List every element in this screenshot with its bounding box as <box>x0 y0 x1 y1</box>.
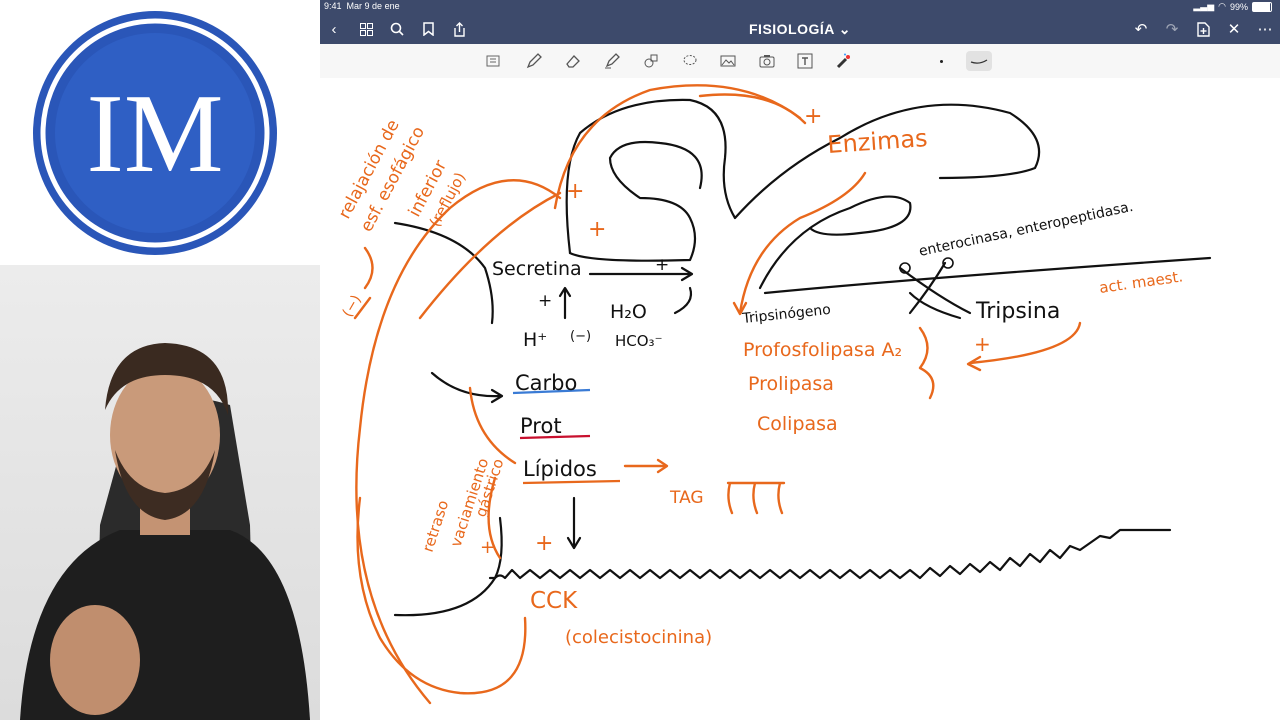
colipasa-label: Colipasa <box>757 413 838 435</box>
pancreas-outline <box>758 195 912 290</box>
cck-label: CCK <box>530 588 578 614</box>
colecistocinina-label: (colecistocinina) <box>565 627 712 648</box>
pen-stroke-style-icon[interactable] <box>966 51 992 71</box>
battery-icon <box>1252 1 1272 12</box>
plus-top-label: + <box>804 104 822 129</box>
act-maest-label: act. maest. <box>1098 267 1184 297</box>
plus-secretin-2: + <box>588 217 606 242</box>
prot-label: Prot <box>520 414 562 438</box>
top-arrow-to-enzimas <box>698 93 807 125</box>
battery-percent: 99% <box>1229 1 1248 12</box>
wifi-icon: ◠ <box>1218 1 1226 11</box>
close-icon[interactable]: ✕ <box>1224 19 1244 39</box>
status-indicators: ▂▃▅ ◠ 99% <box>1193 1 1272 12</box>
cck-arrow-up <box>468 386 517 465</box>
add-page-icon[interactable] <box>1193 19 1213 39</box>
enzimas-label: Enzimas <box>826 124 928 159</box>
undo-icon[interactable]: ↶ <box>1131 19 1151 39</box>
enteroquinasa-label: enterocinasa, enteropeptidasa. <box>918 199 1135 260</box>
presenter-video <box>0 265 320 720</box>
carbo-arrow <box>430 371 502 398</box>
brace-right <box>918 326 935 400</box>
tripsina-label: Tripsina <box>975 299 1060 324</box>
im-logo: IM <box>33 11 277 255</box>
stomach-outline <box>393 221 494 325</box>
hco3-label: HCO₃⁻ <box>615 332 663 350</box>
plus-retraso: + <box>480 537 495 558</box>
intestine-wall <box>488 528 1172 580</box>
plus-secretin-1: + <box>566 179 584 204</box>
tag-chains <box>726 481 786 515</box>
retraso-line-1: retraso <box>419 498 453 554</box>
lasso-tool-icon[interactable] <box>680 51 700 71</box>
h2o-label: H₂O <box>610 301 647 323</box>
stomach-lower <box>393 516 503 617</box>
shapes-tool-icon[interactable] <box>641 51 661 71</box>
minus-label: (−) <box>570 329 591 344</box>
profosfolipasa-label: Profosfolipasa A₂ <box>743 339 902 361</box>
image-tool-icon[interactable] <box>718 51 738 71</box>
arrow-minus-label: (−) <box>340 292 365 320</box>
tool-bar <box>320 44 1280 79</box>
eraser-tool-icon[interactable] <box>563 51 583 71</box>
plus-black-secretin: + <box>655 255 669 275</box>
presenter-silhouette <box>20 343 310 720</box>
pen-size-dot-icon[interactable] <box>931 51 951 71</box>
read-mode-icon[interactable] <box>483 51 503 71</box>
plus-black-h: + <box>538 291 552 311</box>
redo-icon[interactable]: ↷ <box>1162 19 1182 39</box>
webcam-panel: IM <box>0 0 320 720</box>
navigation-bar: ‹ FISIOLOGÍA ⌄ ↶ ↷ ✕ ⋯ <box>320 14 1280 44</box>
status-time: 9:41 Mar 9 de ene <box>324 1 400 11</box>
duodenum-outer <box>565 98 1041 255</box>
prolipasa-label: Prolipasa <box>748 373 834 395</box>
logo-area: IM <box>0 0 320 265</box>
text-tool-icon[interactable] <box>795 51 815 71</box>
laser-pointer-icon[interactable] <box>834 51 854 71</box>
logo-initials: IM <box>87 72 224 196</box>
tag-label: TAG <box>669 488 704 508</box>
notes-app: 9:41 Mar 9 de ene ▂▃▅ ◠ 99% ‹ FISIOLOGÍA… <box>320 0 1280 720</box>
lipidos-label: Lípidos <box>523 457 597 481</box>
handwritten-diagram: Secretina H₂O H⁺ (−) HCO₃⁻ Carbo Prot Lí… <box>335 84 1212 705</box>
secretina-label: Secretina <box>492 258 582 280</box>
lipidos-underline <box>522 479 621 485</box>
carbo-label: Carbo <box>515 371 577 395</box>
enteroquinasa-cross <box>908 261 962 320</box>
pen-tool-icon[interactable] <box>524 51 544 71</box>
highlighter-tool-icon[interactable] <box>602 51 622 71</box>
more-options-icon[interactable]: ⋯ <box>1255 19 1275 39</box>
plus-cck-label: + <box>535 531 553 556</box>
duodenum-inner <box>568 140 703 262</box>
tripsinogeno-arrow <box>898 266 972 315</box>
status-date: Mar 9 de ene <box>346 1 400 11</box>
tripsinogeno-label: Tripsinógeno <box>741 302 832 327</box>
status-bar: 9:41 Mar 9 de ene ▂▃▅ ◠ 99% <box>320 0 1280 14</box>
camera-tool-icon[interactable] <box>757 51 777 71</box>
note-canvas[interactable]: Secretina H₂O H⁺ (−) HCO₃⁻ Carbo Prot Lí… <box>320 78 1280 720</box>
h-plus-label: H⁺ <box>523 329 547 351</box>
signal-icon: ▂▃▅ <box>1193 1 1215 11</box>
h2o-arrow <box>673 286 693 315</box>
plus-tripsina: + <box>974 332 991 356</box>
